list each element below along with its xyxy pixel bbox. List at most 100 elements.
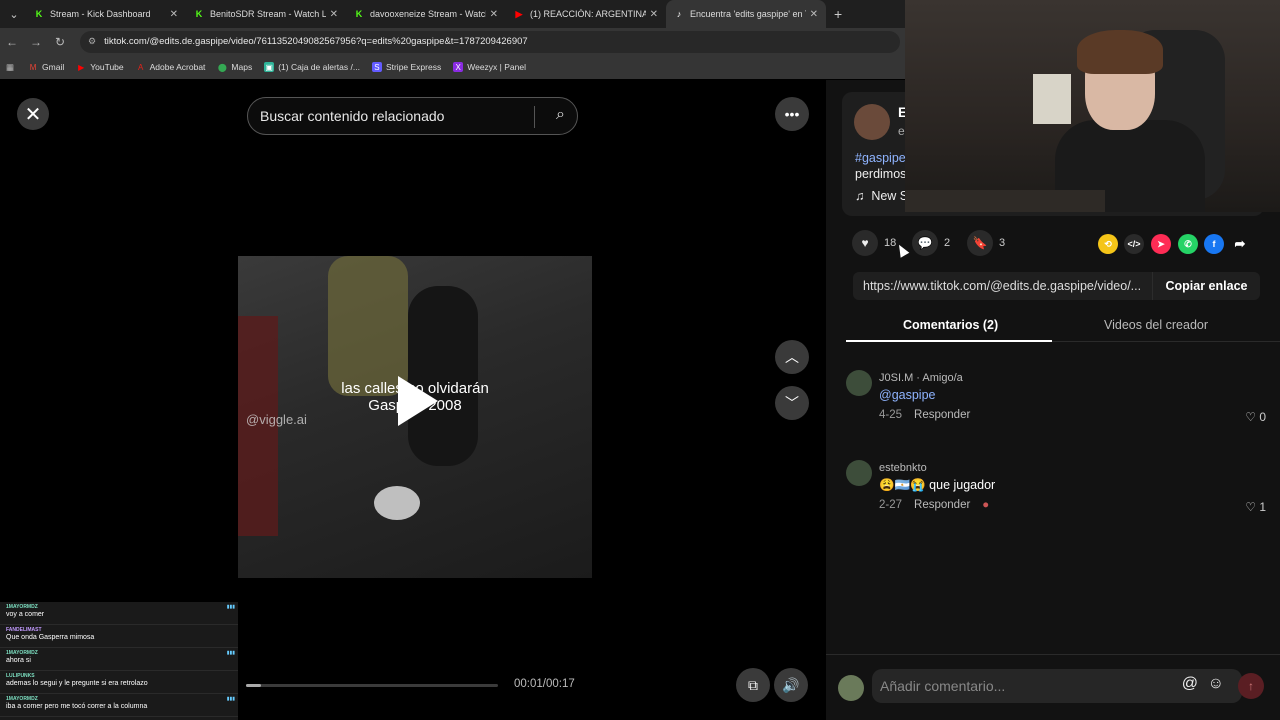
comment-text[interactable]: @gaspipe: [879, 388, 935, 402]
tab-comments[interactable]: Comentarios (2): [903, 318, 998, 332]
tab-search-icon[interactable]: ⌄: [2, 2, 26, 26]
volume-icon: 🔊: [782, 676, 800, 693]
volume-button[interactable]: 🔊: [774, 668, 808, 702]
stripe-icon: S: [371, 62, 382, 72]
comment-placeholder: Añadir comentario...: [880, 678, 1006, 694]
chat-message: 1MAYORMDZ voy a comer ▮▮▮: [0, 602, 238, 625]
browser-tab-2[interactable]: K BenitoSDR Stream - Watch Live ✕: [186, 0, 346, 28]
share-icon[interactable]: ➦: [1230, 234, 1250, 254]
bookmark-alerts[interactable]: ▣ (1) Caja de alertas /...: [264, 62, 360, 72]
bookmark-stripe[interactable]: S Stripe Express: [371, 62, 441, 72]
bookmark-weezyx[interactable]: X Weezyx | Panel: [453, 62, 526, 72]
repost-icon[interactable]: ⟲: [1098, 234, 1118, 254]
browser-tab-1[interactable]: K Stream - Kick Dashboard ✕: [26, 0, 186, 28]
creator-liked-avatar: ●: [982, 499, 990, 511]
tab-title: davooxeneize Stream - Watch L: [370, 9, 486, 19]
browser-tab-5[interactable]: ♪ Encuentra 'edits gaspipe' en Tik ✕: [666, 0, 826, 28]
floating-player-icon: ⧉: [748, 676, 758, 693]
bookmark-youtube[interactable]: ▶ YouTube: [76, 62, 123, 72]
video-player[interactable]: Buscar contenido relacionado ⌕ @viggle.a…: [234, 80, 592, 720]
comment-icon: 💬: [912, 230, 938, 256]
reload-icon[interactable]: ↻: [48, 35, 72, 49]
more-options-button[interactable]: •••: [775, 97, 809, 131]
reply-button[interactable]: Responder: [914, 409, 970, 421]
weezyx-icon: X: [453, 62, 464, 72]
hashtag-link[interactable]: #gaspipe: [855, 151, 906, 165]
bookmark-acrobat[interactable]: A Adobe Acrobat: [136, 62, 205, 72]
comment-like-count: 1: [1259, 500, 1266, 514]
bookmark-label: Maps: [231, 62, 253, 72]
browser-tab-3[interactable]: K davooxeneize Stream - Watch L ✕: [346, 0, 506, 28]
url-text: tiktok.com/@edits.de.gaspipe/video/76113…: [104, 36, 528, 47]
video-time: 00:01/00:17: [514, 678, 575, 690]
close-icon: ✕: [24, 103, 42, 126]
bookmark-gmail[interactable]: M Gmail: [28, 62, 65, 72]
floating-player-button[interactable]: ⧉: [736, 668, 770, 702]
commenter-name[interactable]: estebnkto: [879, 462, 927, 474]
youtube-icon: ▶: [78, 62, 85, 72]
chat-username: 1MAYORMDZ: [6, 696, 38, 702]
site-info-icon[interactable]: ⚙: [88, 36, 96, 47]
chat-message: FANDELIMAST Que onda Gasperra mimosa: [0, 625, 238, 648]
webcam-person-hair: [1077, 30, 1163, 74]
close-video-button[interactable]: ✕: [17, 98, 49, 130]
forward-icon[interactable]: →: [24, 35, 48, 49]
chat-username: 1MAYORMDZ: [6, 650, 38, 656]
next-video-button[interactable]: ﹀: [775, 386, 809, 420]
embed-icon[interactable]: </>: [1124, 234, 1144, 254]
watermark-text: viggle.ai: [259, 412, 307, 427]
bookmark-label: YouTube: [90, 62, 124, 72]
back-icon[interactable]: ←: [0, 35, 24, 49]
close-tab-icon[interactable]: ✕: [810, 9, 818, 20]
send-to-friends-icon[interactable]: ➤: [1151, 234, 1171, 254]
play-icon[interactable]: [398, 376, 438, 426]
tab-creator-videos[interactable]: Videos del creador: [1104, 318, 1208, 332]
comment-button[interactable]: 💬 2: [912, 230, 950, 256]
heart-outline-icon: ♡: [1245, 410, 1256, 424]
bookmark-maps[interactable]: ⬤ Maps: [217, 62, 252, 72]
emoji-icon[interactable]: ☺: [1208, 675, 1224, 693]
comment-like-button[interactable]: ♡ 0: [1245, 410, 1266, 424]
stream-chat-overlay: 1MAYORMDZ voy a comer ▮▮▮ FANDELIMAST Que o…: [0, 602, 238, 720]
more-icon: •••: [784, 106, 800, 122]
like-button[interactable]: ♥ 18: [852, 230, 896, 256]
video-frame[interactable]: @viggle.ai las calles no olvidarán Gaspi…: [238, 256, 592, 578]
mention-icon[interactable]: @: [1182, 675, 1198, 693]
commenter-avatar[interactable]: [846, 460, 872, 486]
previous-video-button[interactable]: ︿: [775, 340, 809, 374]
bookmark-label: Weezyx | Panel: [467, 62, 526, 72]
bookmark-label: Gmail: [42, 62, 65, 72]
share-link-url[interactable]: https://www.tiktok.com/@edits.de.gaspipe…: [853, 279, 1152, 293]
comment-input[interactable]: Añadir comentario... @ ☺: [872, 669, 1242, 703]
comment-like-count: 0: [1259, 410, 1266, 424]
video-watermark: @viggle.ai: [246, 412, 307, 427]
new-tab-icon[interactable]: +: [834, 6, 842, 22]
browser-tab-4[interactable]: ▶ (1) REACCIÓN: ARGENTINA CAM ✕: [506, 0, 666, 28]
close-tab-icon[interactable]: ✕: [650, 9, 658, 20]
video-progress-bar[interactable]: [246, 684, 498, 687]
chat-username: LULIPUNKS: [6, 673, 35, 679]
save-button[interactable]: 🔖 3: [967, 230, 1005, 256]
close-tab-icon[interactable]: ✕: [170, 9, 178, 20]
whatsapp-icon[interactable]: ✆: [1178, 234, 1198, 254]
close-tab-icon[interactable]: ✕: [330, 9, 338, 20]
chat-badges-icon: ▮▮▮: [226, 604, 235, 610]
apps-icon[interactable]: ▦: [6, 62, 14, 73]
comment-like-button[interactable]: ♡ 1: [1245, 500, 1266, 514]
search-icon[interactable]: ⌕: [556, 106, 565, 124]
music-row[interactable]: ♫ New S: [855, 189, 908, 203]
comment-date: 4-25: [879, 409, 903, 421]
tab-title: BenitoSDR Stream - Watch Live: [210, 9, 326, 19]
facebook-icon[interactable]: f: [1204, 234, 1224, 254]
chat-badges-icon: ▮▮▮: [226, 696, 235, 702]
commenter-name[interactable]: J0SI.M · Amigo/a: [879, 372, 963, 384]
reply-button[interactable]: Responder: [914, 499, 970, 511]
copy-link-button[interactable]: Copiar enlace: [1152, 272, 1260, 300]
close-tab-icon[interactable]: ✕: [490, 9, 498, 20]
url-field[interactable]: ⚙ tiktok.com/@edits.de.gaspipe/video/761…: [80, 30, 900, 53]
video-description: perdimos: [855, 167, 907, 181]
post-comment-button[interactable]: ↑: [1238, 673, 1264, 699]
related-search-input[interactable]: Buscar contenido relacionado ⌕: [247, 97, 578, 135]
commenter-avatar[interactable]: [846, 370, 872, 396]
author-avatar[interactable]: [854, 104, 890, 140]
